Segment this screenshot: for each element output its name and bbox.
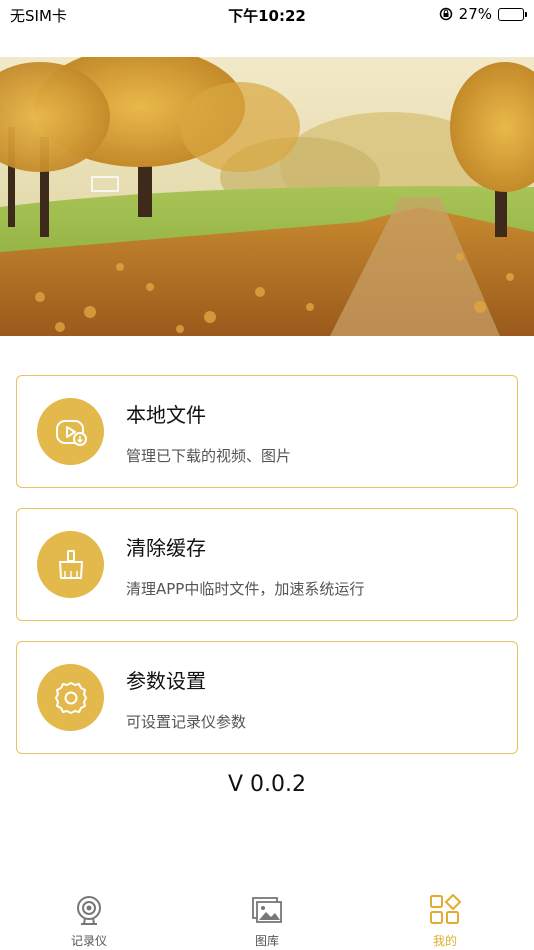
app-version: V 0.0.2 (227, 772, 307, 797)
gear-icon (37, 664, 104, 731)
tab-gallery-label: 图库 (254, 934, 279, 948)
local-files-card[interactable]: 本地文件 管理已下载的视频、图片 (16, 375, 518, 488)
clear-cache-subtitle: 清理APP中临时文件，加速系统运行 (126, 580, 365, 598)
local-files-title: 本地文件 (126, 403, 206, 427)
status-bar: 无SIM卡 下午10:22 27% (0, 0, 534, 30)
tab-recorder-label: 记录仪 (70, 934, 107, 948)
clear-cache-title: 清除缓存 (126, 536, 206, 560)
settings-card[interactable]: 参数设置 可设置记录仪参数 (16, 641, 518, 754)
rotation-lock-icon (439, 7, 452, 21)
camera-icon (77, 896, 101, 925)
tab-mine[interactable]: 我的 (385, 886, 505, 950)
bottom-tab-bar: 记录仪 图库 我的 (0, 886, 534, 950)
tab-recorder[interactable]: 记录仪 (29, 886, 149, 950)
grid-icon (430, 894, 461, 924)
tab-mine-label: 我的 (432, 934, 457, 948)
hero-banner-image (0, 57, 534, 336)
battery-icon (498, 7, 527, 21)
video-file-icon (37, 398, 104, 465)
battery-percent: 27% (458, 5, 492, 23)
local-files-subtitle: 管理已下载的视频、图片 (126, 447, 292, 465)
settings-subtitle: 可设置记录仪参数 (126, 713, 247, 731)
settings-title: 参数设置 (126, 669, 206, 693)
broom-icon (37, 531, 104, 598)
tab-gallery[interactable]: 图库 (207, 886, 327, 950)
clear-cache-card[interactable]: 清除缓存 清理APP中临时文件，加速系统运行 (16, 508, 518, 621)
gallery-icon (252, 897, 282, 923)
status-right: 27% (439, 5, 527, 23)
